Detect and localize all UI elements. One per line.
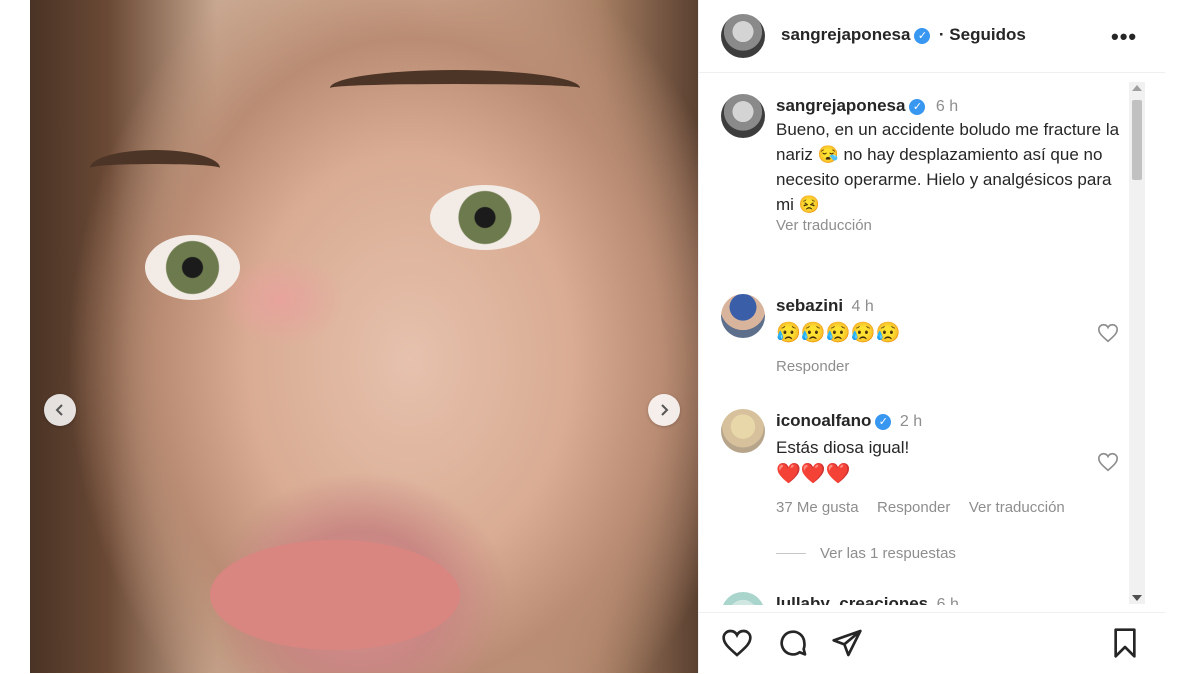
face-brow-right [330, 70, 580, 106]
comment-item: sebazini 4 h 😥😥😥😥😥 Responder [699, 290, 1139, 390]
comment-username[interactable]: lullaby_creaciones [776, 594, 928, 605]
author-username[interactable]: sangrejaponesa [781, 25, 910, 44]
see-translation-link[interactable]: Ver traducción [969, 499, 1065, 516]
share-icon[interactable] [831, 627, 863, 659]
scrollbar-thumb[interactable] [1132, 100, 1142, 180]
follow-status[interactable]: · Seguidos [939, 25, 1026, 44]
heart-icon[interactable] [1097, 451, 1119, 473]
avatar[interactable] [721, 294, 765, 338]
avatar[interactable] [721, 409, 765, 453]
comment-hearts: ❤️❤️❤️ [776, 463, 851, 485]
view-replies[interactable]: Ver las 1 respuestas [776, 545, 956, 563]
face-lips [210, 540, 460, 650]
chevron-right-icon[interactable] [648, 394, 680, 426]
caption-username[interactable]: sangrejaponesa [776, 96, 905, 115]
save-icon[interactable] [1109, 627, 1141, 659]
post-header: sangrejaponesa ✓ · Seguidos ••• [699, 0, 1165, 73]
verified-icon: ✓ [914, 27, 931, 44]
comment-time: 4 h [851, 298, 874, 315]
reply-link[interactable]: Responder [877, 499, 950, 516]
post-sidebar: sangrejaponesa ✓ · Seguidos ••• sangrejap… [698, 0, 1165, 673]
comment-text: 😥😥😥😥😥 [776, 322, 901, 344]
heart-icon[interactable] [721, 627, 753, 659]
comment-time: 2 h [899, 413, 923, 430]
instagram-post-modal: sangrejaponesa ✓ · Seguidos ••• sangrejap… [0, 0, 1200, 673]
comments-scrollbar[interactable] [1129, 82, 1145, 604]
caption-text: Bueno, en un accidente boludo me fractur… [776, 120, 1120, 214]
comment-icon[interactable] [777, 627, 809, 659]
heart-icon[interactable] [1097, 322, 1119, 344]
see-translation-link[interactable]: Ver traducción [776, 217, 1121, 234]
comment-item: iconoalfano ✓ 2 h Estás diosa igual! ❤️❤️… [699, 405, 1139, 565]
scroll-up-icon[interactable] [1132, 85, 1142, 91]
avatar[interactable] [721, 14, 765, 58]
verified-icon: ✓ [909, 98, 926, 115]
view-replies-label[interactable]: Ver las 1 respuestas [820, 545, 956, 562]
comment-text: Estás diosa igual! [776, 438, 910, 457]
avatar[interactable] [721, 592, 765, 605]
face-eye-right [430, 185, 540, 250]
more-horizontal-icon[interactable]: ••• [1111, 24, 1137, 50]
avatar[interactable] [721, 94, 765, 138]
chevron-left-icon[interactable] [44, 394, 76, 426]
post-photo[interactable] [30, 0, 698, 673]
comments-list[interactable]: sangrejaponesa ✓ 6 h Bueno, en un acciden… [699, 80, 1165, 605]
comment-time: 6 h [936, 596, 959, 605]
likes-count[interactable]: 37 Me gusta [776, 499, 859, 516]
comment-item: lullaby_creaciones 6 h [699, 588, 1139, 605]
comment-username[interactable]: sebazini [776, 296, 843, 315]
reply-link[interactable]: Responder [776, 358, 849, 375]
post-actions [699, 612, 1165, 674]
comment-username[interactable]: iconoalfano [776, 411, 871, 430]
caption: sangrejaponesa ✓ 6 h Bueno, en un acciden… [699, 80, 1139, 280]
scroll-down-icon[interactable] [1132, 595, 1142, 601]
caption-time: 6 h [935, 98, 959, 115]
face-eye-left [145, 235, 240, 300]
verified-icon: ✓ [875, 413, 892, 430]
view-replies-line [776, 553, 806, 555]
face-brow-left [90, 150, 220, 186]
